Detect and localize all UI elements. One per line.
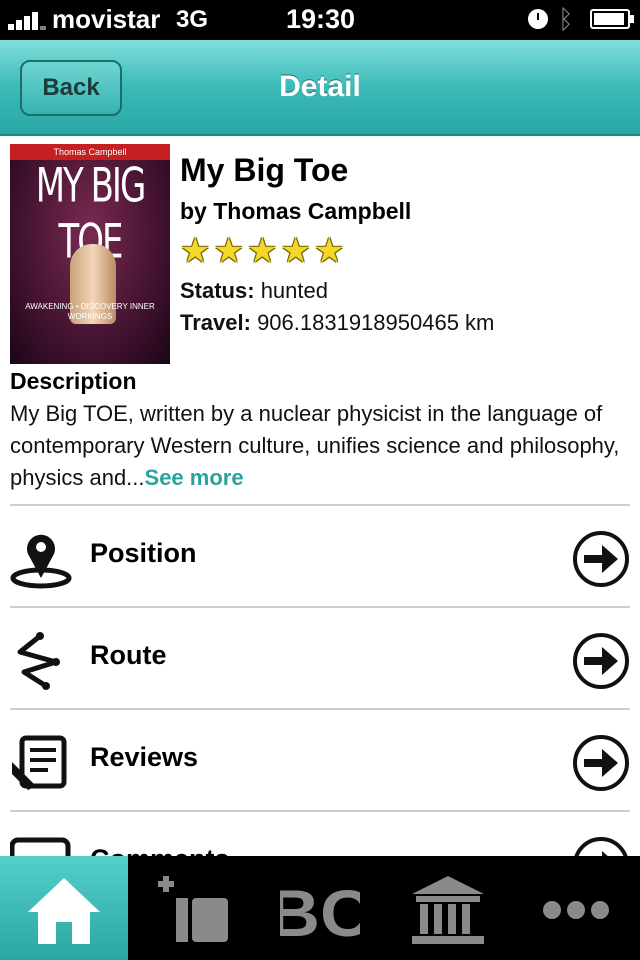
bc-text: BC (280, 876, 360, 950)
see-more-link[interactable]: See more (145, 465, 244, 490)
battery-tip (630, 15, 634, 23)
description-text: My Big TOE, written by a nuclear physici… (10, 398, 630, 494)
menu-item-reviews[interactable]: Reviews (10, 708, 630, 810)
rating-stars: ★★★★★ (180, 234, 347, 270)
network-type: 3G (176, 6, 209, 33)
star-icon: ★ (280, 232, 311, 270)
clock-time: 19:30 (286, 4, 356, 34)
menu-label-reviews: Reviews (90, 742, 199, 772)
bluetooth-icon: ᛒ (558, 4, 574, 34)
add-book-icon (158, 876, 228, 942)
cover-subtitle: AWAKENING • DISCOVERY INNER WORKINGS (25, 302, 155, 321)
book-cover-image: Thomas Campbell MY BIG TOE AWAKENING • D… (10, 144, 170, 364)
tab-institution[interactable] (384, 856, 512, 960)
star-icon: ★ (313, 232, 345, 270)
book-author: by Thomas Campbell (180, 198, 412, 224)
travel-value: 906.1831918950465 km (257, 310, 495, 335)
reviews-icon (12, 735, 67, 790)
bc-icon: BC (280, 876, 360, 950)
battery-icon (590, 9, 630, 29)
navigation-bar: Back Detail (0, 40, 640, 136)
carrier-name: movistar (52, 4, 161, 34)
menu-item-position[interactable]: Position (10, 504, 630, 606)
description-heading: Description (10, 368, 137, 394)
arrow-right-icon (573, 735, 629, 791)
more-icon (543, 901, 609, 919)
star-icon: ★ (246, 232, 278, 270)
star-icon: ★ (213, 232, 244, 270)
home-icon (28, 878, 100, 944)
tab-bc[interactable]: BC (256, 856, 384, 960)
institution-icon (412, 876, 484, 944)
route-icon (17, 632, 60, 690)
book-title: My Big Toe (180, 152, 349, 188)
signal-strength-icon (8, 10, 48, 30)
arrow-right-icon (573, 531, 629, 587)
tab-add-book[interactable] (128, 856, 256, 960)
star-icon: ★ (180, 232, 211, 270)
travel-label: Travel: (180, 310, 251, 335)
map-pin-icon (10, 534, 72, 589)
tab-bar: BC (0, 856, 640, 960)
menu-label-position: Position (90, 538, 197, 568)
travel-line: Travel: 906.1831918950465 km (180, 310, 494, 336)
status-line: Status: hunted (180, 278, 328, 304)
arrow-right-icon (573, 633, 629, 689)
menu-item-route[interactable]: Route (10, 606, 630, 708)
status-label: Status: (180, 278, 255, 303)
menu-label-route: Route (90, 640, 167, 670)
detail-menu-list: Position Route Reviews (10, 504, 630, 912)
page-title: Detail (279, 70, 361, 103)
status-bar: movistar 3G 19:30 ᛒ (0, 0, 640, 40)
tab-more[interactable] (512, 856, 640, 960)
description-body: My Big TOE, written by a nuclear physici… (10, 401, 620, 490)
tab-home[interactable] (0, 856, 128, 960)
status-value: hunted (260, 278, 328, 303)
alarm-icon (528, 9, 548, 29)
